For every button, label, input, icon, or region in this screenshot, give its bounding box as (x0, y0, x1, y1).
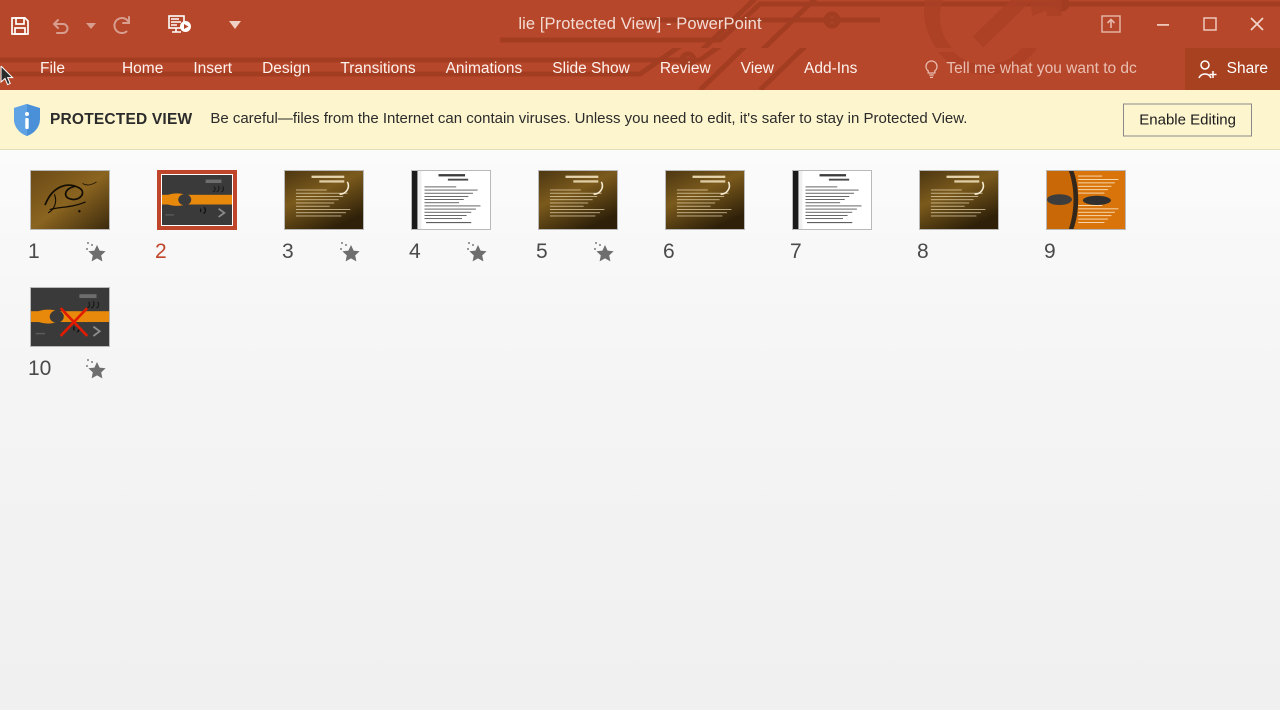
save-button[interactable] (0, 6, 40, 46)
slide-number: 5 (536, 240, 548, 263)
slide-number: 2 (155, 240, 167, 263)
slide-number: 6 (663, 240, 675, 263)
slide-meta-7: 7 (784, 239, 911, 265)
slide-number: 10 (28, 357, 52, 380)
share-button[interactable]: Share (1184, 48, 1280, 90)
protected-view-label: PROTECTED VIEW (50, 110, 193, 128)
slide-number: 7 (790, 240, 802, 263)
window-controls (1083, 0, 1280, 48)
protected-view-bar: PROTECTED VIEW Be careful—files from the… (0, 90, 1280, 150)
slide-thumbnail-9[interactable]: 9 (1038, 162, 1165, 265)
slide-preview-5[interactable] (538, 170, 618, 230)
slide-preview-7[interactable] (792, 170, 872, 230)
tab-slide-show[interactable]: Slide Show (537, 48, 645, 90)
animation-star-icon[interactable] (338, 241, 364, 263)
tab-animations[interactable]: Animations (431, 48, 538, 90)
start-presentation-button[interactable] (160, 6, 200, 46)
slide-meta-2: 2 (149, 239, 276, 265)
animation-star-icon[interactable] (465, 241, 491, 263)
slide-meta-3: 3 (276, 239, 403, 265)
slide-preview-9[interactable] (1046, 170, 1126, 230)
tab-design[interactable]: Design (247, 48, 325, 90)
slide-thumbnail-5[interactable]: 5 (530, 162, 657, 265)
slide-meta-8: 8 (911, 239, 1038, 265)
slide-meta-1: 1 (22, 239, 149, 265)
slide-thumbnail-4[interactable]: 4 (403, 162, 530, 265)
slide-preview-4[interactable] (411, 170, 491, 230)
protected-view-message: Be careful—files from the Internet can c… (210, 110, 968, 128)
slide-number: 1 (28, 240, 40, 263)
slide-thumbnail-7[interactable]: 7 (784, 162, 911, 265)
slide-meta-5: 5 (530, 239, 657, 265)
tab-view[interactable]: View (726, 48, 789, 90)
animation-star-icon[interactable] (592, 241, 618, 263)
slide-thumbnail-3[interactable]: 3 (276, 162, 403, 265)
tab-add-ins[interactable]: Add-Ins (789, 48, 872, 90)
mouse-cursor (0, 66, 14, 86)
slide-preview-1[interactable] (30, 170, 110, 230)
slide-thumbnail-1[interactable]: 1 (22, 162, 149, 265)
slide-sorter-view[interactable]: 1 2 3 4 5 6 7 8 9 10 (0, 150, 1280, 710)
slide-thumbnail-10[interactable]: 10 (22, 279, 149, 382)
tab-file[interactable]: File (24, 48, 81, 90)
tab-transitions[interactable]: Transitions (325, 48, 430, 90)
slide-grid: 1 2 3 4 5 6 7 8 9 10 (0, 162, 1280, 396)
restore-button[interactable] (1186, 0, 1233, 48)
slide-meta-6: 6 (657, 239, 784, 265)
slide-preview-10[interactable] (30, 287, 110, 347)
slide-thumbnail-6[interactable]: 6 (657, 162, 784, 265)
undo-dropdown[interactable] (80, 6, 102, 46)
title-bar: lie [Protected View] - PowerPoint (0, 0, 1280, 48)
ribbon-display-options-button[interactable] (1083, 0, 1139, 48)
redo-button[interactable] (102, 6, 142, 46)
slide-meta-9: 9 (1038, 239, 1165, 265)
info-shield-icon (8, 103, 46, 137)
ribbon-tab-bar: File Home Insert Design Transitions Anim… (0, 48, 1280, 90)
lightbulb-icon (925, 59, 939, 78)
ribbon-tabs: File Home Insert Design Transitions Anim… (0, 48, 1280, 90)
slide-thumbnail-2[interactable]: 2 (149, 162, 276, 265)
slide-number: 9 (1044, 240, 1056, 263)
tab-home[interactable]: Home (107, 48, 178, 90)
slide-number: 4 (409, 240, 421, 263)
share-label: Share (1226, 60, 1268, 77)
quick-access-toolbar (0, 0, 248, 48)
close-button[interactable] (1233, 0, 1280, 48)
tell-me-search[interactable]: Tell me what you want to dc (924, 59, 1137, 79)
slide-preview-6[interactable] (665, 170, 745, 230)
undo-button[interactable] (40, 6, 80, 46)
slide-number: 8 (917, 240, 929, 263)
slide-meta-4: 4 (403, 239, 530, 265)
slide-number: 3 (282, 240, 294, 263)
customize-qat-button[interactable] (222, 6, 248, 46)
tell-me-text: Tell me what you want to dc (946, 60, 1137, 77)
tab-insert[interactable]: Insert (178, 48, 247, 90)
slide-preview-3[interactable] (284, 170, 364, 230)
minimize-button[interactable] (1139, 0, 1186, 48)
slide-meta-10: 10 (22, 356, 149, 382)
slide-preview-8[interactable] (919, 170, 999, 230)
animation-star-icon[interactable] (84, 358, 110, 380)
slide-thumbnail-8[interactable]: 8 (911, 162, 1038, 265)
slide-preview-2[interactable] (157, 170, 237, 230)
enable-editing-button[interactable]: Enable Editing (1123, 103, 1252, 136)
tab-review[interactable]: Review (645, 48, 726, 90)
animation-star-icon[interactable] (84, 241, 110, 263)
share-person-icon (1197, 60, 1217, 79)
